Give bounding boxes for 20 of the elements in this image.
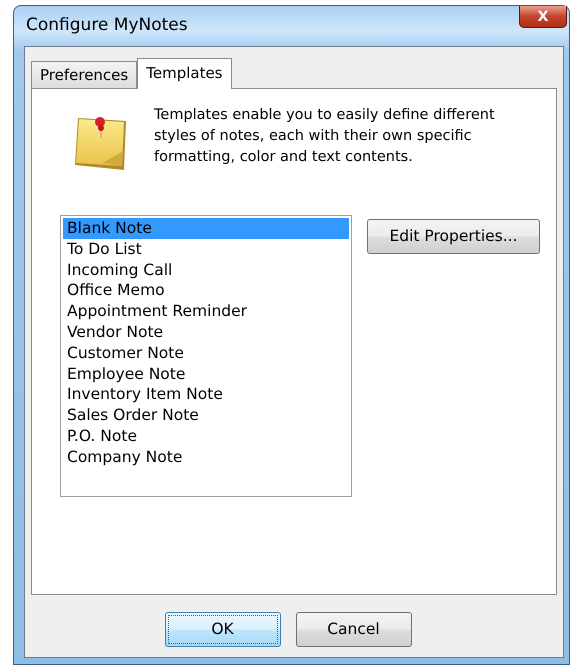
close-button[interactable]: X <box>519 6 567 28</box>
list-item[interactable]: Employee Note <box>63 364 349 384</box>
list-item[interactable]: Customer Note <box>63 342 349 364</box>
list-item[interactable]: Appointment Reminder <box>63 301 349 322</box>
list-item[interactable]: Inventory Item Note <box>63 384 349 406</box>
ok-button[interactable]: OK <box>164 612 280 647</box>
description-text: Templates enable you to easily define different styles of notes, each with their own specific formatting, color and text contents. <box>154 106 496 167</box>
list-item[interactable]: To Do List <box>63 238 349 260</box>
list-item[interactable]: Incoming Call <box>63 260 349 280</box>
tab[interactable]: Templates <box>137 58 232 89</box>
list-item[interactable]: Vendor Note <box>63 322 349 343</box>
list-item[interactable]: Office Memo <box>63 280 349 302</box>
cancel-button[interactable]: Cancel <box>296 612 412 647</box>
list-item[interactable]: Sales Order Note <box>63 405 349 426</box>
list-item[interactable]: P.O. Note <box>63 426 349 447</box>
window-title: Configure MyNotes <box>25 14 188 38</box>
list-item[interactable]: Company Note <box>63 446 349 468</box>
tab[interactable]: Preferences <box>31 61 138 88</box>
list-item[interactable]: Blank Note <box>63 218 349 239</box>
edit-properties-button[interactable]: Edit Properties... <box>367 219 540 254</box>
